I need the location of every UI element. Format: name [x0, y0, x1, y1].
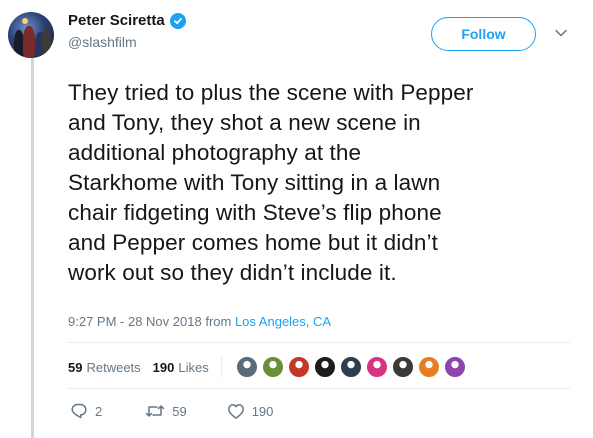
reply-count: 2 [95, 403, 103, 419]
anime-avatar[interactable] [443, 356, 466, 378]
chevron-down-icon[interactable] [554, 26, 568, 40]
dark-avatar[interactable] [313, 356, 336, 378]
like-count: 190 [251, 403, 274, 419]
santa-avatar[interactable] [287, 356, 310, 378]
groot-avatar[interactable] [261, 356, 284, 378]
group-avatar[interactable] [391, 356, 414, 378]
tweet-text-line: additional photography at the [68, 140, 362, 165]
tweet-timestamp[interactable]: 9:27 PM - 28 Nov 2018 [68, 314, 202, 329]
tweet-text-line: work out so they didn’t include it. [68, 260, 397, 285]
thread-line [31, 56, 34, 438]
person-avatar[interactable] [235, 356, 258, 378]
author-name[interactable]: Peter Sciretta [68, 12, 165, 29]
likes-label: Likes [178, 359, 209, 375]
stats-separator [220, 356, 222, 378]
reply-icon [70, 402, 88, 420]
tweet-actions: 2 59 190 [70, 402, 273, 420]
likes-count: 190 [152, 359, 175, 375]
author-avatar[interactable] [8, 12, 54, 58]
divider [68, 342, 570, 343]
retweet-button[interactable]: 59 [145, 402, 187, 420]
robot-avatar[interactable] [339, 356, 362, 378]
divider [68, 388, 570, 389]
engagement-stats: 59 Retweets 190 Likes [68, 356, 470, 378]
tweet-metadata: 9:27 PM - 28 Nov 2018 from Los Angeles, … [68, 314, 331, 329]
pink-avatar[interactable] [365, 356, 388, 378]
from-label: from [205, 314, 232, 329]
liker-avatars [235, 356, 470, 378]
retweet-count: 59 [172, 403, 187, 419]
tweet-text-line: They tried to plus the scene with Pepper [68, 80, 474, 105]
verified-badge-icon [169, 12, 186, 29]
tweet-text: They tried to plus the scene with Pepper… [68, 78, 580, 288]
tweet-text-line: and Pepper comes home but it didn’t [68, 230, 438, 255]
author-handle[interactable]: @slashfilm [68, 34, 186, 50]
tweet-text-line: and Tony, they shot a new scene in [68, 110, 421, 135]
retweet-icon [145, 402, 165, 420]
retweets-stat[interactable]: 59 Retweets [68, 360, 141, 375]
author-header: Peter Sciretta @slashfilm [68, 12, 186, 50]
heart-icon [227, 403, 245, 420]
tweet-text-line: Starkhome with Tony sitting in a lawn [68, 170, 441, 195]
tweet-text-line: chair fidgeting with Steve’s flip phone [68, 200, 442, 225]
follow-button[interactable]: Follow [431, 17, 536, 51]
reply-button[interactable]: 2 [70, 402, 102, 420]
like-button[interactable]: 190 [227, 403, 274, 420]
retweets-count: 59 [68, 359, 83, 375]
color-avatar[interactable] [417, 356, 440, 378]
tweet-location-link[interactable]: Los Angeles, CA [235, 314, 331, 329]
retweets-label: Retweets [86, 359, 141, 375]
likes-stat[interactable]: 190 Likes [153, 360, 209, 375]
